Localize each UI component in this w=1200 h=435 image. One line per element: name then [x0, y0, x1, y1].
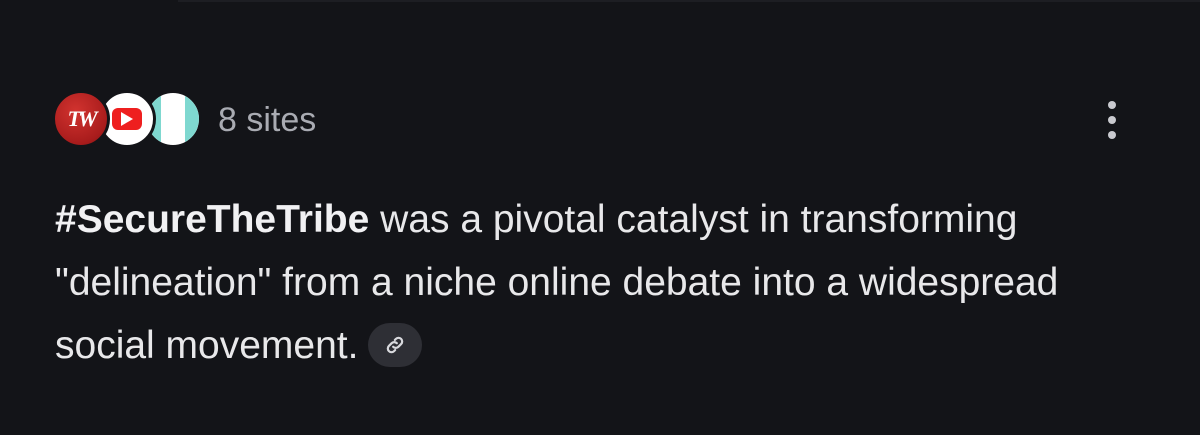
sites-count-label[interactable]: 8 sites	[218, 101, 316, 140]
more-options-button[interactable]	[1093, 96, 1131, 144]
divider	[178, 0, 1200, 2]
hashtag-link[interactable]: #SecureTheTribe	[55, 198, 369, 241]
link-icon	[387, 336, 404, 353]
search-result-card: TW 8 sites #SecureTheTribe was a pivotal…	[0, 0, 1200, 435]
youtube-play-icon	[112, 108, 142, 130]
more-vertical-icon	[1108, 101, 1116, 139]
favicon-stack[interactable]: TW	[52, 88, 202, 152]
answer-paragraph: #SecureTheTribe was a pivotal catalyst i…	[55, 188, 1165, 377]
tw-favicon-text: TW	[67, 106, 98, 131]
tw-favicon: TW	[52, 90, 110, 148]
citation-link-button[interactable]	[368, 322, 423, 367]
sources-row[interactable]: TW 8 sites	[52, 88, 316, 152]
